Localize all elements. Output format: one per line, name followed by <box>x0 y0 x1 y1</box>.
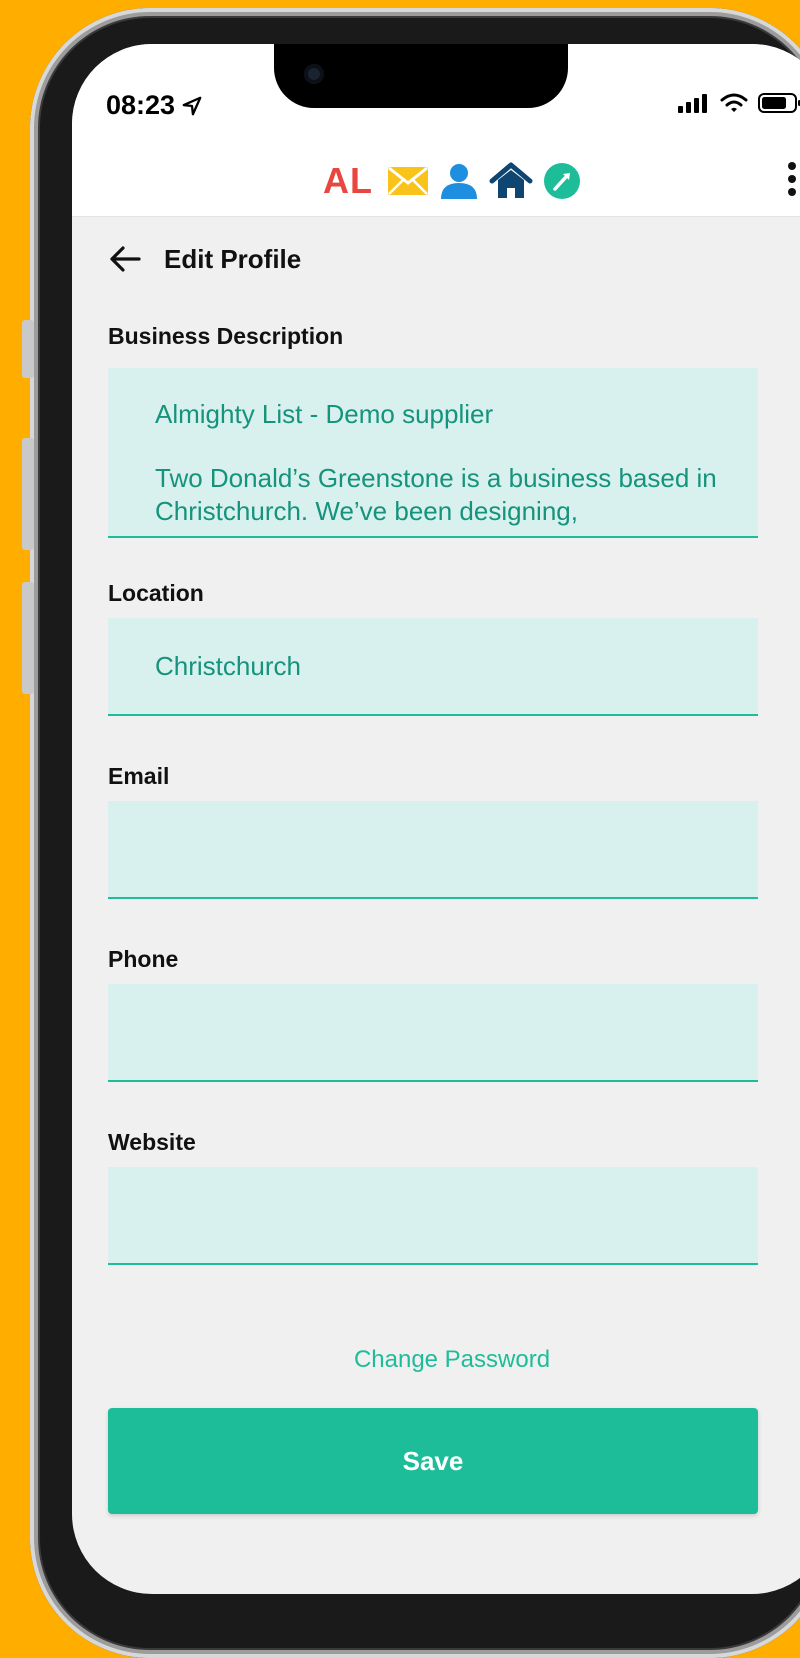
tool-icon[interactable] <box>543 162 581 200</box>
back-button[interactable] <box>106 240 144 278</box>
volume-up-button <box>22 438 34 550</box>
mute-switch <box>22 320 34 378</box>
business-description-field[interactable]: Almighty List - Demo supplier Two Donald… <box>108 368 758 538</box>
status-icons <box>678 92 800 114</box>
app-screen: 08:23 AL Edit Profile Business Descripti… <box>72 44 800 1594</box>
app-logo-text[interactable]: AL <box>323 160 373 202</box>
business-description-line: Two Donald’s Greenstone is a business ba… <box>155 463 717 526</box>
volume-down-button <box>22 582 34 694</box>
front-camera <box>304 64 324 84</box>
website-label: Website <box>108 1129 196 1155</box>
status-time-label: 08:23 <box>106 90 176 120</box>
phone-field[interactable] <box>108 984 758 1082</box>
save-button[interactable]: Save <box>108 1408 758 1514</box>
arrow-left-icon <box>110 246 141 272</box>
page-header: Edit Profile <box>106 240 301 278</box>
person-icon[interactable] <box>439 163 479 199</box>
website-field[interactable] <box>108 1167 758 1265</box>
page-title: Edit Profile <box>164 243 302 274</box>
change-password-link[interactable]: Change Password <box>72 1346 800 1374</box>
email-label: Email <box>108 763 170 789</box>
more-vertical-icon[interactable] <box>782 162 800 202</box>
home-icon[interactable] <box>489 162 533 200</box>
mail-icon[interactable] <box>387 164 429 198</box>
location-arrow-icon <box>182 96 202 115</box>
business-description-line: Almighty List - Demo supplier <box>155 399 494 429</box>
phone-label: Phone <box>108 946 179 972</box>
signal-icon <box>678 94 707 113</box>
business-description-label: Business Description <box>108 323 344 349</box>
status-time: 08:23 <box>106 90 203 121</box>
wifi-icon <box>720 93 748 112</box>
location-label: Location <box>108 580 204 606</box>
location-field[interactable]: Christchurch <box>108 618 758 716</box>
app-logo-nav: AL <box>72 160 800 202</box>
email-field[interactable] <box>108 801 758 899</box>
battery-icon <box>758 93 800 113</box>
location-value: Christchurch <box>155 650 301 681</box>
